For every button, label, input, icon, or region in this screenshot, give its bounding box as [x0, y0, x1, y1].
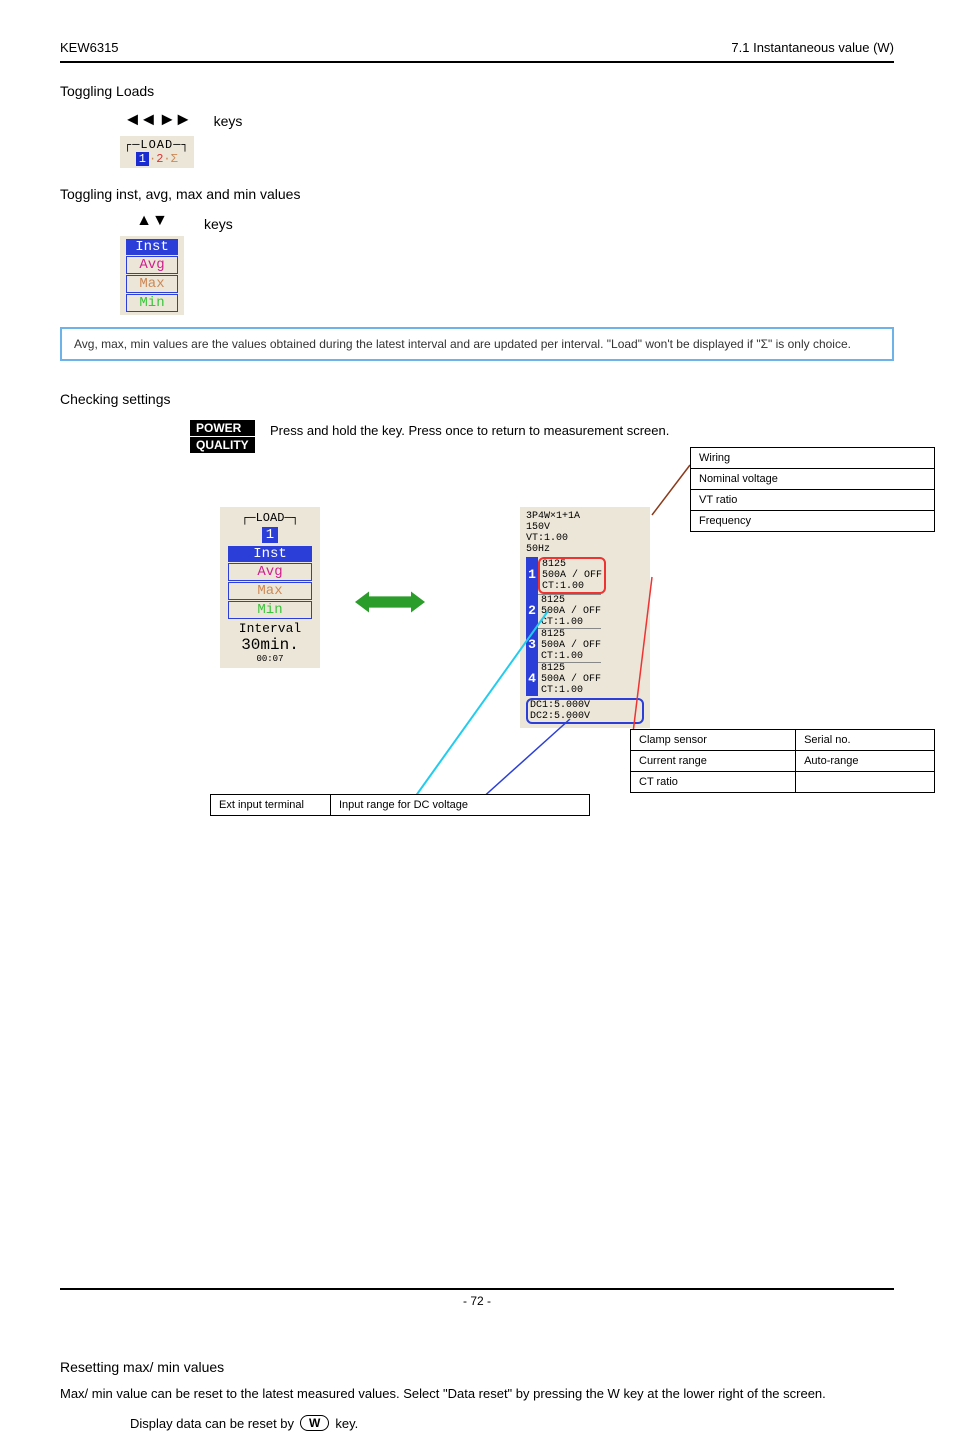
dc-block: DC1:5.000V DC2:5.000V — [526, 698, 644, 724]
checking-settings-section: Checking settings POWER QUALITY Press an… — [60, 391, 894, 929]
keys-label-2: keys — [204, 212, 233, 232]
ext-input-table: Ext input terminal Input range for DC vo… — [210, 794, 590, 816]
resetting-title: Resetting max/ min values — [60, 1359, 894, 1375]
load-selection-sigma: Σ — [171, 152, 178, 166]
toggling-loads-section: Toggling Loads ◄◄ ►► ┌─LOAD─┐ 1·2·Σ keys — [60, 83, 894, 168]
page-footer: - 72 - — [60, 1288, 894, 1308]
inst-button: Inst — [126, 239, 178, 255]
reset-line-after: key. — [335, 1416, 358, 1431]
double-arrow-icon — [355, 587, 425, 620]
keys-label-1: keys — [214, 109, 243, 129]
channel-1-block: 1 8125500A / OFFCT:1.00 — [526, 557, 644, 594]
w-key-badge: W — [300, 1415, 329, 1431]
toggling-loads-title: Toggling Loads — [60, 83, 894, 99]
load-header: ┌─LOAD─┐ — [124, 138, 190, 152]
power-quality-badge: POWER QUALITY — [190, 419, 255, 453]
header-right: 7.1 Instantaneous value (W) — [731, 40, 894, 55]
channel-settings-table: Clamp sensorSerial no. Current rangeAuto… — [630, 729, 935, 793]
settings-title: Checking settings — [60, 391, 894, 407]
page-header: KEW6315 7.1 Instantaneous value (W) — [60, 40, 894, 63]
channel-2-block: 2 8125500A / OFFCT:1.00 — [526, 594, 644, 628]
left-right-arrows-icon: ◄◄ ►► — [120, 109, 194, 130]
settings-description: Press and hold the key. Press once to re… — [270, 421, 669, 441]
reset-line-text: Display data can be reset by — [130, 1416, 294, 1431]
note-box: Avg, max, min values are the values obta… — [60, 327, 894, 361]
header-left: KEW6315 — [60, 40, 119, 55]
up-down-arrows-icon: ▲▼ — [120, 212, 184, 230]
toggling-values-title: Toggling inst, avg, max and min values — [60, 186, 894, 202]
avg-button: Avg — [126, 256, 178, 274]
left-lcd-panel: ┌─LOAD─┐ 1 Inst Avg Max Min Interval 30m… — [220, 507, 320, 668]
max-button: Max — [126, 275, 178, 293]
channel-4-block: 4 8125500A / OFFCT:1.00 — [526, 662, 644, 696]
right-lcd-panel: 3P4W×1+1A 150V VT:1.00 50Hz 1 8125500A /… — [520, 507, 650, 728]
channel-3-block: 3 8125500A / OFFCT:1.00 — [526, 628, 644, 662]
min-button: Min — [126, 294, 178, 312]
resetting-text: Max/ min value can be reset to the lates… — [60, 1385, 894, 1403]
load-selection-1: 1 — [136, 152, 149, 166]
toggling-values-section: Toggling inst, avg, max and min values ▲… — [60, 186, 894, 315]
resetting-section: Resetting max/ min values Max/ min value… — [60, 1359, 894, 1431]
common-settings-table: Wiring Nominal voltage VT ratio Frequenc… — [690, 447, 935, 532]
